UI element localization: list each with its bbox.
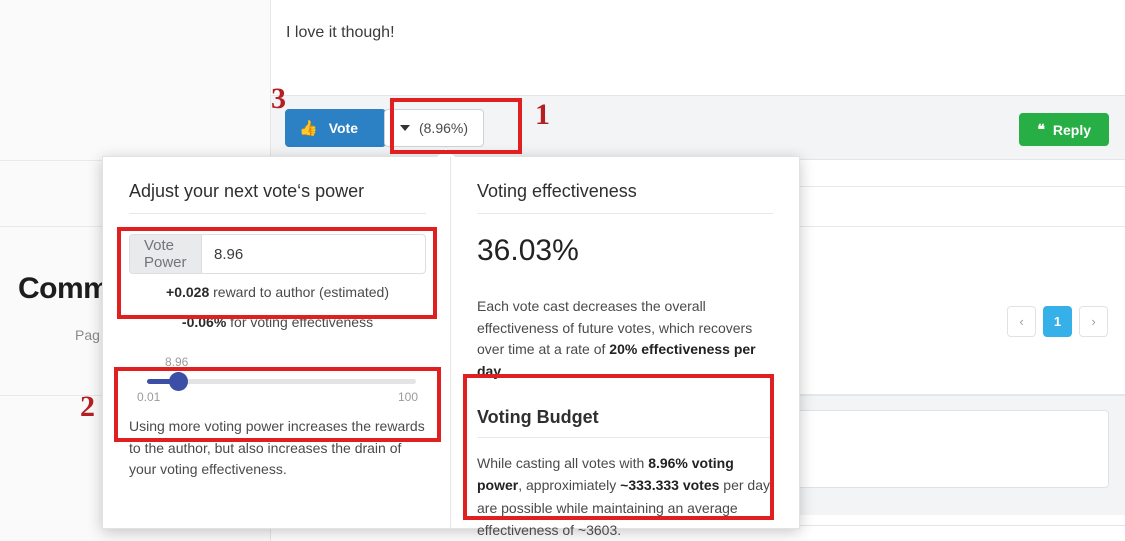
popup-left-panel: Adjust your next vote‘s power Vote Power… <box>103 157 450 528</box>
vote-power-field-group[interactable]: Vote Power <box>129 234 426 274</box>
annotation-number-1: 1 <box>535 98 550 132</box>
comment-text: I love it though! <box>286 24 395 42</box>
voting-budget-box: Voting Budget While casting all votes wi… <box>477 407 773 541</box>
reply-button-label: Reply <box>1053 122 1091 138</box>
comments-heading: Comm <box>18 272 109 306</box>
voting-effectiveness-value: 36.03% <box>477 234 773 268</box>
voting-budget-text: While casting all votes with 8.96% votin… <box>477 452 773 541</box>
pagination-next[interactable]: › <box>1079 306 1108 337</box>
annotation-number-3: 3 <box>271 82 286 116</box>
annotation-number-2: 2 <box>80 390 95 424</box>
budget-part2: , approximiately <box>518 477 620 493</box>
comments-subheading: Pag <box>75 327 100 343</box>
slider-handle[interactable] <box>169 372 188 391</box>
comment-body: I love it though! <box>271 0 1125 95</box>
budget-bold2: ~333.333 votes <box>620 477 719 493</box>
reward-suffix: reward to author (estimated) <box>209 284 389 300</box>
vote-percent-label: (8.96%) <box>419 120 468 136</box>
vote-power-slider[interactable]: 8.96 0.01 100 <box>129 358 426 406</box>
voting-effectiveness-title: Voting effectiveness <box>477 181 773 214</box>
vote-button-label: Vote <box>329 120 358 136</box>
thumbs-up-icon: 👍 <box>299 121 318 136</box>
quote-icon: ❝ <box>1037 121 1044 138</box>
voting-effectiveness-description: Each vote cast decreases the overall eff… <box>477 296 773 383</box>
effectiveness-suffix: for voting effectiveness <box>226 314 373 330</box>
slider-max-label: 100 <box>398 390 418 404</box>
vote-power-input[interactable] <box>201 234 426 274</box>
pagination-prev[interactable]: ‹ <box>1007 306 1036 337</box>
slider-min-label: 0.01 <box>137 390 160 404</box>
reward-estimate-line: +0.028 reward to author (estimated) <box>129 284 426 300</box>
comment-footer-bar: 👍 Vote (8.96%) ❝ Reply <box>271 95 1125 160</box>
vote-button[interactable]: 👍 Vote <box>285 109 374 147</box>
reward-amount: +0.028 <box>166 284 209 300</box>
chevron-down-icon <box>400 125 410 131</box>
adjust-power-title: Adjust your next vote‘s power <box>129 181 426 214</box>
vote-power-label: Vote Power <box>129 234 201 274</box>
pagination-page-1[interactable]: 1 <box>1043 306 1072 337</box>
vote-power-popup[interactable]: Adjust your next vote‘s power Vote Power… <box>102 156 800 529</box>
effectiveness-amount: -0.06% <box>182 314 226 330</box>
effectiveness-cost-line: -0.06% for voting effectiveness <box>129 314 426 330</box>
reply-button[interactable]: ❝ Reply <box>1019 113 1109 146</box>
voting-budget-title: Voting Budget <box>477 407 773 438</box>
pagination[interactable]: ‹ 1 › <box>1007 306 1108 337</box>
slider-value-label: 8.96 <box>165 355 188 369</box>
slider-help-text: Using more voting power increases the re… <box>129 416 426 481</box>
vote-percent-dropdown-button[interactable]: (8.96%) <box>384 109 484 147</box>
budget-part1: While casting all votes with <box>477 455 648 471</box>
eff-desc-part2: . <box>501 363 505 379</box>
popup-right-panel: Voting effectiveness 36.03% Each vote ca… <box>450 157 799 528</box>
vote-button-group[interactable]: 👍 Vote <box>285 109 386 147</box>
popup-arrow <box>437 148 455 157</box>
